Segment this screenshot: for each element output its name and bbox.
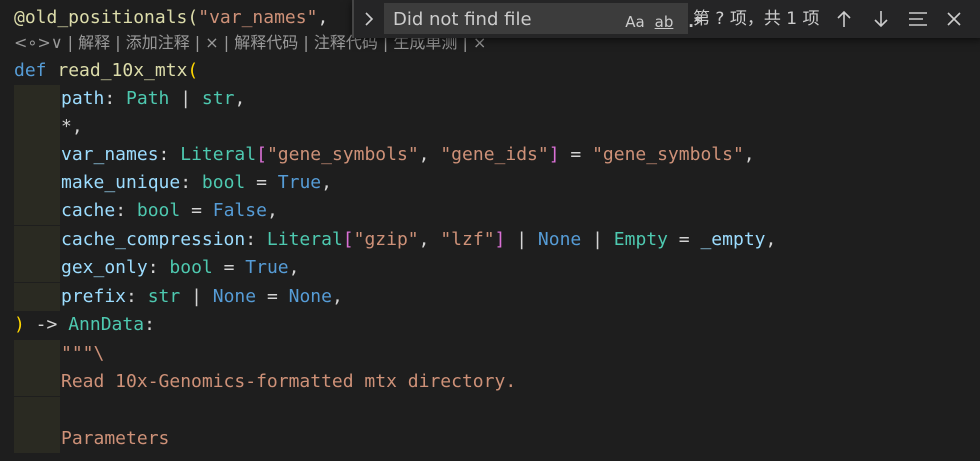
code-line-docstring-params: Parameters xyxy=(61,428,170,449)
arrow-down-icon xyxy=(874,11,888,28)
find-input[interactable]: Did not find file Aa ab .* xyxy=(384,3,702,34)
indent-guide xyxy=(14,340,60,368)
code-line-var-names: var_names: Literal["gene_symbols", "gene… xyxy=(61,144,755,165)
indent-guide xyxy=(14,397,60,425)
chevron-right-icon xyxy=(365,12,374,26)
indent-guide xyxy=(14,113,60,141)
indent-guide xyxy=(14,283,60,311)
code-line-return: ) -> AnnData: xyxy=(14,314,155,335)
find-input-value: Did not find file xyxy=(393,9,532,30)
indent-guide xyxy=(14,425,60,453)
indent-guide xyxy=(14,141,60,169)
toggle-replace-button[interactable] xyxy=(360,8,378,30)
whole-word-toggle[interactable]: ab xyxy=(651,10,677,34)
decorator-arg: "var_names" xyxy=(198,7,318,28)
codelens-add-comment[interactable]: 添加注释 xyxy=(126,33,190,52)
code-line-path: path: Path | str, xyxy=(61,88,246,109)
find-widget: Did not find file Aa ab .* 第 ? 项，共 1 项 xyxy=(352,0,980,38)
codelens-explain[interactable]: 解释 xyxy=(78,33,110,52)
close-icon xyxy=(947,12,961,26)
code-line-1: @old_positionals("var_names", xyxy=(14,7,329,28)
indent-guide xyxy=(14,368,60,396)
match-count: 第 ? 项，共 1 项 xyxy=(693,9,820,29)
next-match-button[interactable] xyxy=(867,5,895,33)
code-line-star: *, xyxy=(61,116,83,137)
close-find-button[interactable] xyxy=(940,5,968,33)
indent-guide xyxy=(14,85,60,113)
code-line-docstring-1: Read 10x-Genomics-formatted mtx director… xyxy=(61,371,517,392)
indent-guide xyxy=(14,197,60,225)
codelens-close-1[interactable]: × xyxy=(205,33,218,52)
indent-guide xyxy=(14,226,60,254)
match-case-toggle[interactable]: Aa xyxy=(623,10,647,34)
indent-guide xyxy=(14,169,60,197)
code-line-cache-compression: cache_compression: Literal["gzip", "lzf"… xyxy=(61,229,777,250)
code-line-prefix: prefix: str | None = None, xyxy=(61,286,343,307)
code-line-gex-only: gex_only: bool = True, xyxy=(61,257,300,278)
indent-guide xyxy=(14,254,60,282)
code-line-docstring-open: """\ xyxy=(61,343,105,364)
code-editor[interactable]: @old_positionals("var_names", <∘>∨ | 解释 … xyxy=(0,0,980,461)
previous-match-button[interactable] xyxy=(830,5,858,33)
code-line-def: def read_10x_mtx( xyxy=(14,60,199,81)
code-line-make-unique: make_unique: bool = True, xyxy=(61,172,332,193)
codelens-explain-code[interactable]: 解释代码 xyxy=(234,33,298,52)
find-in-selection-button[interactable] xyxy=(904,5,932,33)
arrow-up-icon xyxy=(837,10,851,27)
codelens-icon[interactable]: <∘>∨ xyxy=(14,33,63,52)
find-in-selection-icon xyxy=(909,12,927,26)
decorator-name: @old_positionals( xyxy=(14,7,199,28)
code-line-cache: cache: bool = False, xyxy=(61,200,278,221)
